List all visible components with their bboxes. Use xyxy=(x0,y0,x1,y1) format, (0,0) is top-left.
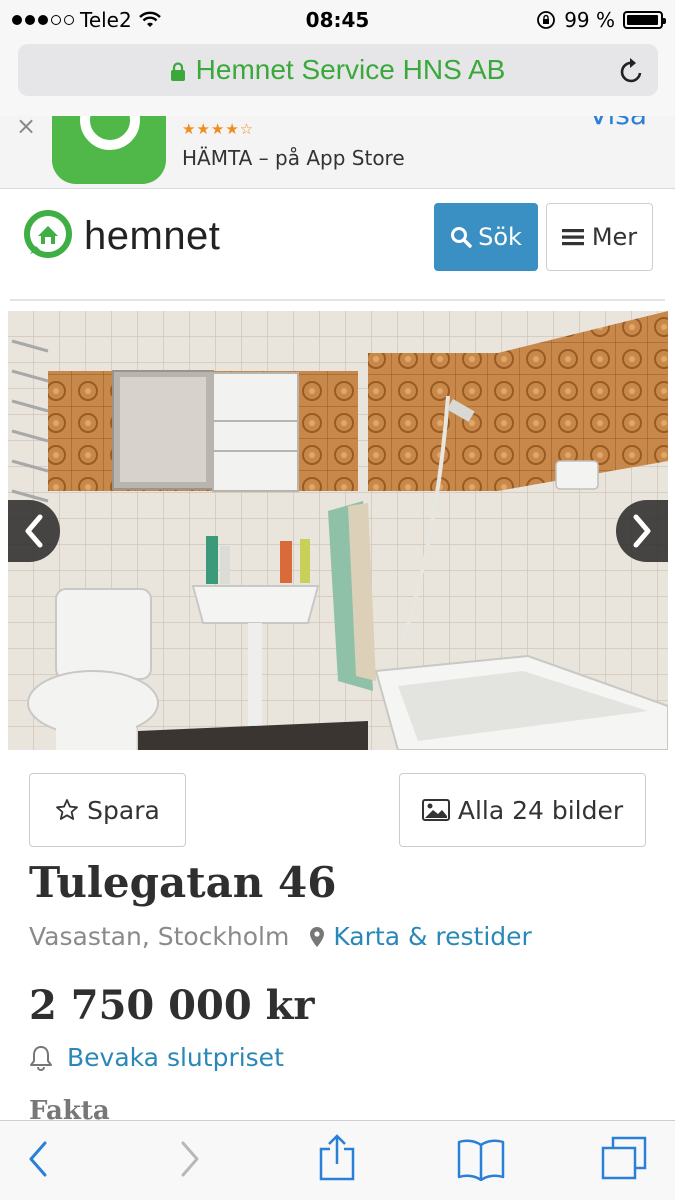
hemnet-app-icon xyxy=(52,116,166,184)
battery-percent: 99 % xyxy=(564,8,615,32)
status-bar: Tele2 08:45 99 % xyxy=(0,0,675,40)
rotation-lock-icon xyxy=(537,11,556,29)
house-pin-icon xyxy=(24,210,72,258)
map-link[interactable]: Karta & restider xyxy=(309,922,532,951)
status-right: 99 % xyxy=(536,8,666,32)
book-icon[interactable] xyxy=(456,1137,506,1181)
header-divider xyxy=(10,299,665,301)
watch-final-price-link[interactable]: Bevaka slutpriset xyxy=(29,1043,284,1072)
site-title: Hemnet Service HNS AB xyxy=(195,54,506,85)
rating-stars: ★★★★☆ xyxy=(182,120,255,138)
browser-toolbar xyxy=(0,1120,675,1200)
logo-text: hemnet xyxy=(84,213,221,258)
chevron-right-icon xyxy=(633,514,651,548)
area-text: Vasastan, Stockholm xyxy=(29,922,290,951)
listing-title: Tulegatan 46 xyxy=(29,858,337,907)
all-images-button[interactable]: Alla 24 bilder xyxy=(399,773,646,847)
address-bar-title[interactable]: Hemnet Service HNS AB xyxy=(0,54,675,86)
banner-view-button[interactable]: Visa xyxy=(589,116,647,131)
watch-label: Bevaka slutpriset xyxy=(67,1043,284,1072)
listing-price: 2 750 000 kr xyxy=(29,982,315,1029)
hamburger-icon xyxy=(561,229,584,246)
bell-icon xyxy=(30,1045,52,1071)
listing-location: Vasastan, Stockholm Karta & restider xyxy=(29,922,532,951)
map-pin-icon xyxy=(310,926,325,947)
search-button[interactable]: Sök xyxy=(434,203,538,271)
forward-chevron-icon[interactable] xyxy=(178,1139,202,1179)
app-store-banner[interactable]: × ★★★★☆ HÄMTA – på App Store Visa xyxy=(0,116,675,189)
share-icon[interactable] xyxy=(318,1133,356,1183)
more-menu-button[interactable]: Mer xyxy=(546,203,653,271)
back-chevron-icon[interactable] xyxy=(26,1139,50,1179)
listing-photo[interactable] xyxy=(8,311,668,750)
banner-close-button[interactable]: × xyxy=(16,116,36,140)
chevron-left-icon xyxy=(25,514,43,548)
more-button-label: Mer xyxy=(591,223,638,251)
image-icon xyxy=(421,799,450,821)
battery-icon xyxy=(623,11,666,29)
tabs-icon[interactable] xyxy=(600,1135,648,1181)
bathroom-photo xyxy=(8,311,668,750)
reload-icon[interactable] xyxy=(619,57,645,85)
star-outline-icon xyxy=(56,799,79,820)
all-images-label: Alla 24 bilder xyxy=(457,795,624,825)
hemnet-logo[interactable]: hemnet xyxy=(22,210,220,262)
search-button-label: Sök xyxy=(478,223,522,251)
search-icon xyxy=(451,227,472,248)
save-button-label: Spara xyxy=(87,795,160,825)
map-link-label: Karta & restider xyxy=(333,922,532,951)
save-button[interactable]: Spara xyxy=(29,773,186,847)
lock-icon xyxy=(170,62,185,81)
banner-get-text: HÄMTA – på App Store xyxy=(182,146,405,170)
